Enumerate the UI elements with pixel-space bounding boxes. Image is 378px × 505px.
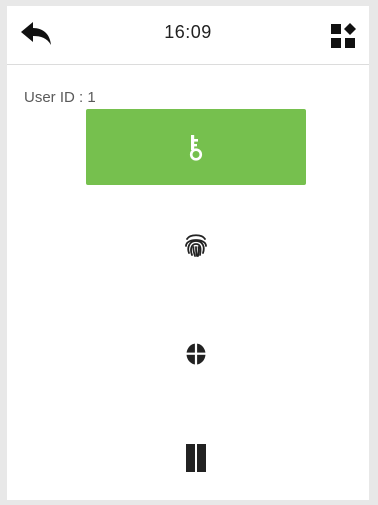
user-id-label: User ID : 1 [24, 89, 96, 106]
card-verify-option[interactable] [86, 420, 306, 496]
key-icon [189, 135, 203, 161]
shortcut-grid-icon [331, 23, 356, 48]
clock-time: 16:09 [164, 22, 212, 42]
face-icon [186, 343, 206, 365]
face-verify-option[interactable] [86, 316, 306, 392]
fingerprint-verify-option[interactable] [86, 207, 306, 283]
header-divider [7, 64, 369, 65]
top-bar: 16:09 [7, 6, 369, 64]
password-verify-option[interactable] [86, 109, 306, 185]
shortcut-menu-button[interactable] [331, 23, 357, 49]
back-arrow-icon [21, 22, 51, 45]
verification-screen: 16:09 User ID : 1 [7, 6, 369, 500]
back-button[interactable] [17, 20, 57, 50]
card-icon [186, 444, 206, 472]
fingerprint-icon [185, 234, 207, 257]
